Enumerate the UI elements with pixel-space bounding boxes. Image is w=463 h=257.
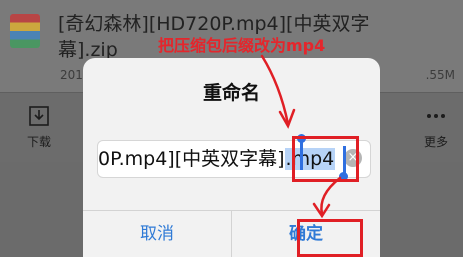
arrow-to-extension bbox=[260, 54, 296, 129]
arrow-to-confirm bbox=[312, 176, 342, 219]
annotation-arrows bbox=[260, 54, 342, 219]
